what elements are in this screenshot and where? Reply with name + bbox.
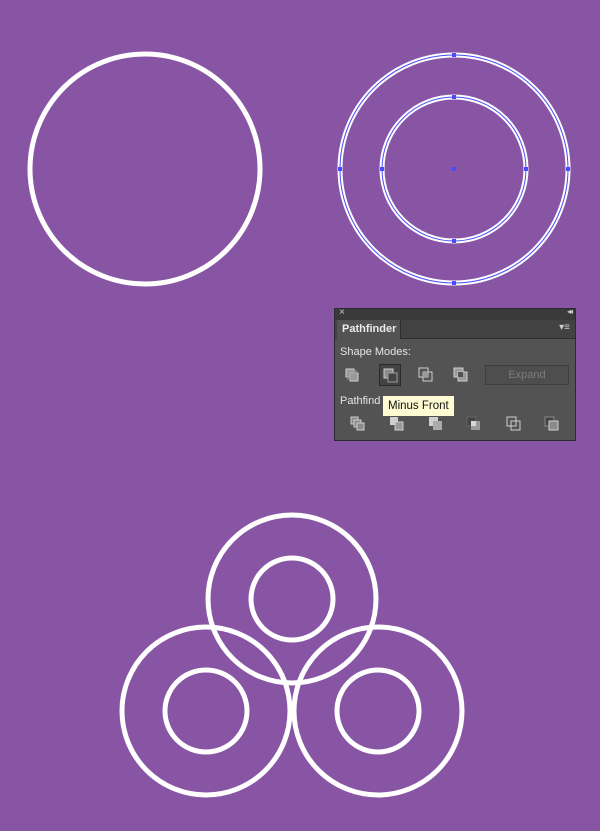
pathfinders-label: Pathfind: [340, 395, 381, 407]
center-point: [452, 167, 456, 171]
trim-button[interactable]: [386, 413, 408, 435]
shape-modes-label: Shape Modes:: [340, 346, 411, 358]
single-circle[interactable]: [27, 51, 263, 287]
merge-icon: [429, 417, 442, 430]
intersect-icon: [418, 367, 433, 382]
close-icon[interactable]: ×: [339, 307, 345, 318]
outline-icon: [506, 416, 521, 431]
trefoil-group[interactable]: [119, 512, 465, 798]
merge-button[interactable]: [425, 413, 447, 435]
trim-icon: [390, 417, 404, 431]
left-inner-ring: [162, 667, 250, 755]
expand-button[interactable]: Expand: [485, 365, 569, 385]
divide-button[interactable]: [347, 413, 369, 435]
top-inner-ring: [248, 555, 336, 643]
crop-button[interactable]: [463, 413, 485, 435]
exclude-icon: [453, 367, 468, 382]
panel-menu-icon[interactable]: ▾≡: [559, 322, 570, 333]
intersect-button[interactable]: [415, 364, 437, 386]
minus-back-button[interactable]: [541, 413, 563, 435]
left-outer-ring: [119, 624, 293, 798]
outline-button[interactable]: [503, 413, 525, 435]
collapse-icon[interactable]: ◂◂: [567, 307, 573, 316]
unite-button[interactable]: [341, 364, 363, 386]
minus-front-icon: [383, 368, 398, 383]
panel-title-bar[interactable]: × ◂◂: [335, 307, 575, 320]
selected-rings[interactable]: [337, 52, 571, 286]
crop-icon: [466, 416, 480, 430]
top-outer-ring: [205, 512, 379, 686]
tab-pathfinder[interactable]: Pathfinder: [337, 320, 401, 339]
right-outer-ring: [291, 624, 465, 798]
exclude-button[interactable]: [450, 364, 472, 386]
panel-tab-bar: Pathfinder ▾≡: [335, 320, 575, 339]
unite-icon: [345, 368, 359, 382]
pathfinder-panel: × ◂◂ Pathfinder ▾≡ Shape Modes: Expand P…: [334, 307, 576, 441]
right-inner-ring: [334, 667, 422, 755]
divide-icon: [350, 416, 365, 431]
minus-front-button[interactable]: [379, 364, 401, 386]
minus-back-icon: [544, 416, 559, 431]
